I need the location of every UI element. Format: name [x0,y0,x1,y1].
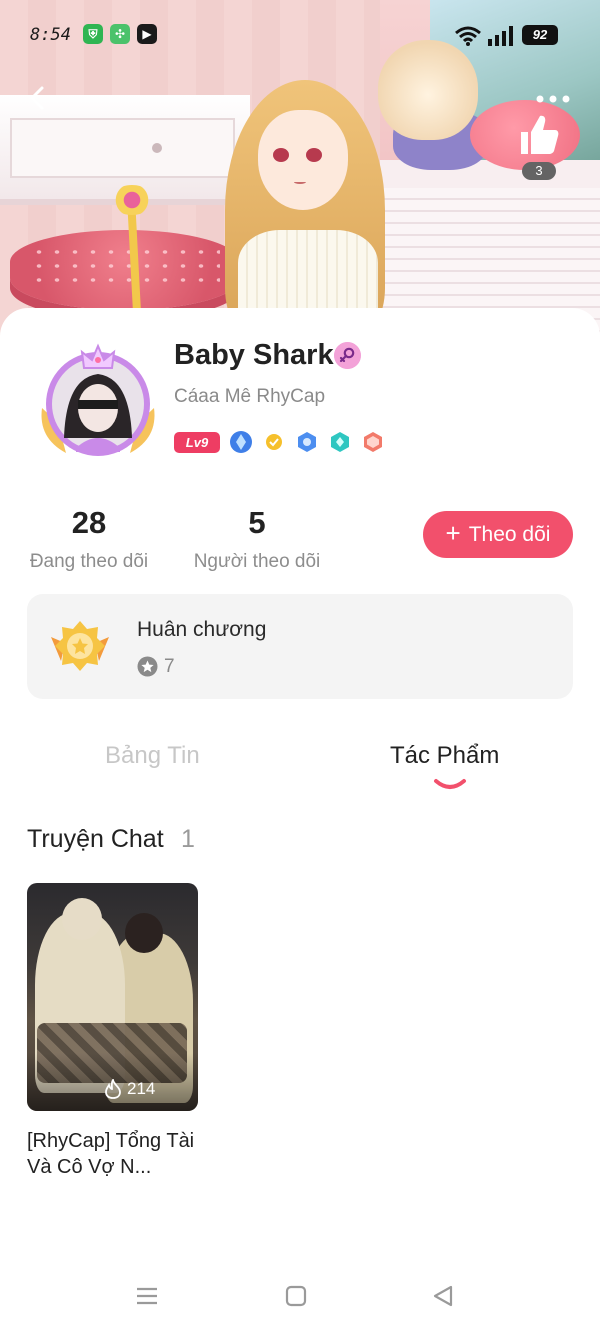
medals-title: Huân chương [137,618,267,641]
section-count: 1 [181,825,195,853]
badge-row: Lv9 [174,430,385,454]
medal-count-icon [137,656,158,677]
app-notification-icon: ✣ [110,24,130,44]
medals-count: 7 [164,656,175,677]
medal-icon [51,621,109,671]
followers-stat[interactable]: 5 Người theo dõi [188,505,326,573]
story-title[interactable]: [RhyCap] Tổng Tài Và Cô Vợ N... [27,1128,202,1180]
profile-name: Baby Shark [174,339,334,371]
drawer-knob [152,143,162,153]
blue-gem-badge-icon[interactable] [229,430,253,454]
status-bar: 8:54 ⛨ ✣ ▶ 92 [0,18,600,52]
video-app-icon: ▶ [137,24,157,44]
followers-label: Người theo dõi [193,551,321,572]
red-hex-badge-icon[interactable] [361,430,385,454]
thumbs-up-icon[interactable] [515,112,561,158]
gold-check-badge-icon[interactable] [262,430,286,454]
story-views: 214 [104,1078,155,1100]
blue-shield-badge-icon[interactable] [295,430,319,454]
following-stat[interactable]: 28 Đang theo dõi [24,505,154,573]
character-mouth [294,180,306,184]
follow-button-label: Theo dõi [468,522,551,546]
plus-icon: + [445,518,461,548]
cover-head-right [125,913,163,953]
story-cover-image[interactable] [27,883,198,1111]
shield-app-icon: ⛨ [83,24,103,44]
story-views-count: 214 [127,1079,156,1098]
stool-pattern [30,245,220,285]
system-nav-bar [0,1270,600,1322]
character-eye-left [273,148,289,162]
signal-icon [488,26,513,46]
active-tab-indicator [434,779,466,789]
back-arrow-icon[interactable] [25,85,51,111]
cover-head-left [62,898,102,940]
tab-feed[interactable]: Bảng Tin [105,742,200,770]
teal-hex-badge-icon[interactable] [328,430,352,454]
menu-nav-icon[interactable] [135,1284,159,1308]
character-eye-right [306,148,322,162]
home-nav-icon[interactable] [284,1284,308,1308]
section-title: Truyện Chat [27,825,164,853]
battery-indicator: 92 [522,25,558,45]
tab-works[interactable]: Tác Phẩm [390,742,499,770]
profile-subtitle: Cáaa Mê RhyCap [174,386,326,407]
wifi-icon [455,26,481,46]
following-count: 28 [71,505,107,540]
avatar[interactable] [36,338,160,462]
level-badge[interactable]: Lv9 [174,431,220,453]
followers-count: 5 [248,505,266,540]
magic-wand-top [110,185,154,215]
back-nav-icon[interactable] [431,1284,455,1308]
plush-toy [378,40,478,140]
dresser-drawer [10,118,235,178]
follow-button[interactable]: + Theo dõi [423,511,573,558]
female-gender-icon [334,342,361,369]
like-count: 3 [522,162,556,180]
flame-icon [105,1079,121,1099]
following-label: Đang theo dõi [29,551,149,572]
status-time: 8:54 [30,25,71,45]
character-face [258,110,348,210]
more-options-icon[interactable] [535,92,571,106]
